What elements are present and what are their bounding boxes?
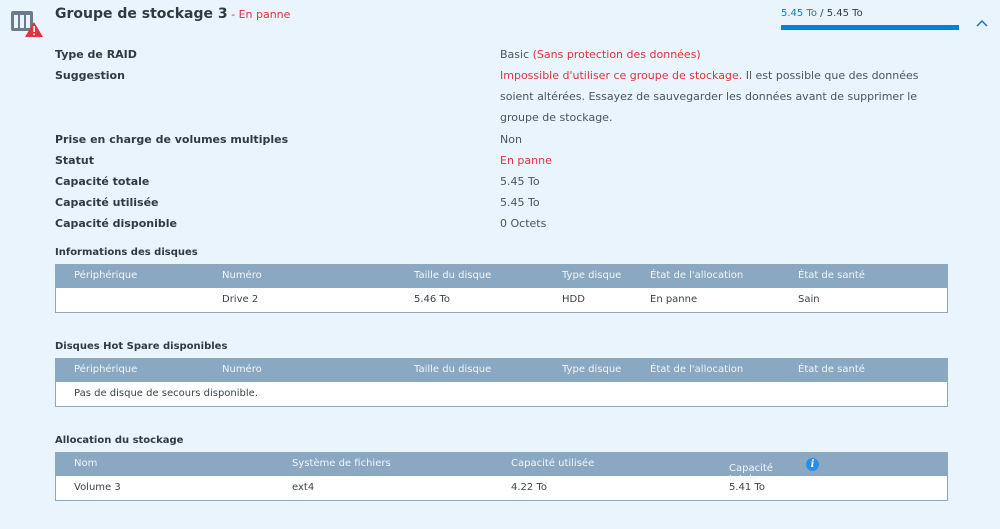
table-row[interactable]: Volume 3 ext4 4.22 To 5.41 To [56,476,947,500]
empty-message: Pas de disque de secours disponible. [74,388,258,399]
status-value: En panne [500,154,552,167]
total-capacity-value: 5.45 To [500,175,540,188]
raid-type-note: (Sans protection des données) [532,48,701,61]
empty-row: Pas de disque de secours disponible. [56,382,947,406]
panel-title: Groupe de stockage 3 - En panne [55,6,290,22]
suggestion-warning: Impossible d'utiliser ce groupe de stock… [500,69,743,82]
cell-disk-size: 5.46 To [414,294,450,305]
cell-allocation-status: En panne [650,294,698,305]
col-allocation-status[interactable]: État de l'allocation [650,364,743,375]
info-icon[interactable]: i [806,458,819,471]
pool-name: Groupe de stockage 3 [55,6,228,22]
cell-health-status: Sain [798,294,820,305]
capacity-separator: / [816,8,827,19]
col-device[interactable]: Périphérique [74,364,137,375]
disk-info-table: Périphérique Numéro Taille du disque Typ… [55,264,948,313]
col-allocation-status[interactable]: État de l'allocation [650,270,743,281]
col-number[interactable]: Numéro [222,364,262,375]
allocation-header: Nom Système de fichiers Capacité utilisé… [56,453,947,485]
col-disk-size[interactable]: Taille du disque [414,270,491,281]
capacity-readout: 5.45 To / 5.45 To [781,8,863,19]
capacity-bar [781,25,959,30]
col-disk-size[interactable]: Taille du disque [414,364,491,375]
col-device[interactable]: Périphérique [74,270,137,281]
col-used-capacity[interactable]: Capacité utilisée [511,458,594,469]
capacity-total-text: 5.45 To [826,8,863,19]
col-disk-type[interactable]: Type disque [562,270,621,281]
cell-filesystem: ext4 [292,482,315,493]
raid-type-value: Basic (Sans protection des données) [500,48,701,61]
raid-type-label: Type de RAID [55,48,137,61]
panel-header[interactable]: Groupe de stockage 3 - En panne 5.45 To … [0,0,1000,44]
cell-name: Volume 3 [74,482,121,493]
cell-total-capacity: 5.41 To [729,482,765,493]
allocation-title: Allocation du stockage [55,435,184,446]
hot-spare-title: Disques Hot Spare disponibles [55,341,228,352]
status-label: Statut [55,154,94,167]
cell-used-capacity: 4.22 To [511,482,547,493]
pool-title-separator: - [227,8,239,21]
hot-spare-header: Périphérique Numéro Taille du disque Typ… [56,359,947,382]
storage-pool-panel: Groupe de stockage 3 - En panne 5.45 To … [0,0,1000,529]
cell-disk-type: HDD [562,294,585,305]
raid-type-text: Basic [500,48,530,61]
pool-status-text: En panne [238,8,291,21]
available-capacity-value: 0 Octets [500,217,547,230]
available-capacity-label: Capacité disponible [55,217,177,230]
used-capacity-value: 5.45 To [500,196,540,209]
capacity-bar-fill [781,25,959,30]
table-row[interactable]: Drive 2 5.46 To HDD En panne Sain [56,288,947,312]
cell-number: Drive 2 [222,294,259,305]
hot-spare-table: Périphérique Numéro Taille du disque Typ… [55,358,948,407]
multi-volume-label: Prise en charge de volumes multiples [55,133,289,146]
col-number[interactable]: Numéro [222,270,262,281]
chevron-up-icon[interactable] [976,16,988,30]
col-health-status[interactable]: État de santé [798,270,865,281]
suggestion-value: Impossible d'utiliser ce groupe de stock… [500,65,950,128]
col-disk-type[interactable]: Type disque [562,364,621,375]
col-health-status[interactable]: État de santé [798,364,865,375]
multi-volume-value: Non [500,133,522,146]
storage-pool-error-icon [10,8,44,38]
suggestion-label: Suggestion [55,69,125,82]
col-filesystem[interactable]: Système de fichiers [292,458,391,469]
col-name[interactable]: Nom [74,458,97,469]
total-capacity-label: Capacité totale [55,175,150,188]
disk-info-title: Informations des disques [55,247,198,258]
disk-info-header: Périphérique Numéro Taille du disque Typ… [56,265,947,288]
capacity-used-text: 5.45 To [781,8,817,19]
used-capacity-label: Capacité utilisée [55,196,159,209]
allocation-table: Nom Système de fichiers Capacité utilisé… [55,452,948,501]
